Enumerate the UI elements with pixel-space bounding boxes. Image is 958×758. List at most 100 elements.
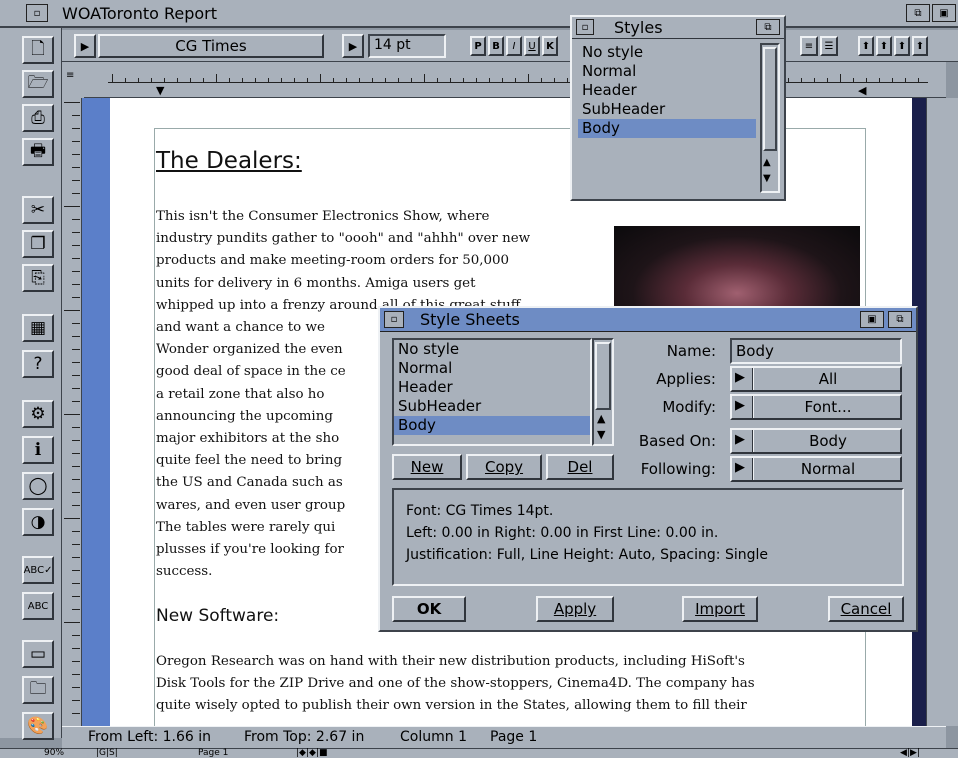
tab-right-icon[interactable]: ⬆ [894, 36, 910, 56]
new-button[interactable]: New [392, 454, 462, 480]
styles-panel[interactable]: ▫ Styles ⧉ No style Normal Header SubHeader… [570, 15, 786, 201]
style-sheet-item[interactable]: No style [394, 340, 590, 359]
print-icon[interactable]: 🖶 [22, 138, 54, 166]
align-justify-icon[interactable]: ☰ [820, 36, 838, 56]
based-on-sep [752, 430, 754, 452]
vertical-scrollbar[interactable] [926, 98, 958, 726]
style-item[interactable]: Body [578, 119, 756, 138]
italic-style-button[interactable]: I [506, 36, 522, 56]
dialog-titlebar[interactable]: ▫ Style Sheets ▣ ⧉ [380, 308, 916, 332]
style-sheet-item[interactable]: Header [394, 378, 590, 397]
styles-scrollbar[interactable]: ▲ ▼ [760, 43, 780, 193]
styles-scroll-up-icon[interactable]: ▲ [763, 157, 771, 168]
help-icon[interactable]: ? [22, 350, 54, 378]
copy-icon[interactable]: ❐ [22, 230, 54, 258]
style-item[interactable]: Normal [578, 62, 756, 81]
style-item[interactable]: Header [578, 81, 756, 100]
tab-decimal-icon[interactable]: ⬆ [912, 36, 928, 56]
zoom-readout[interactable]: 90% [44, 749, 64, 758]
based-on-cycle[interactable]: ▶ Body [730, 428, 902, 454]
vruler-tick [72, 583, 80, 584]
styles-scroll-knob[interactable] [763, 47, 777, 151]
align-left-icon[interactable]: ≡ [800, 36, 818, 56]
based-on-label: Based On: [638, 432, 716, 450]
import-button[interactable]: Import [682, 596, 758, 622]
import-label: Import [695, 600, 745, 618]
paste-icon[interactable]: ⎘ [22, 264, 54, 292]
font-field[interactable]: CG Times [98, 34, 324, 58]
thesaurus-icon[interactable]: ABC [22, 592, 54, 620]
modify-cycle[interactable]: ▶ Font... [730, 394, 902, 420]
document-heading[interactable]: The Dealers: [156, 148, 302, 174]
bold-style-button[interactable]: B [488, 36, 504, 56]
left-indent-marker-icon[interactable]: ▼ [156, 84, 164, 97]
cut-icon[interactable]: ✂ [22, 196, 54, 224]
close-gadget-icon[interactable]: ▫ [26, 4, 48, 22]
underline-style-button[interactable]: U [524, 36, 540, 56]
info-margins-line: Left: 0.00 in Right: 0.00 in First Line:… [406, 525, 719, 541]
paragraph-software[interactable]: Oregon Research was on hand with their n… [156, 651, 864, 718]
scroll-left-right-icon[interactable]: ◀|▶| [900, 749, 920, 758]
horizontal-ruler[interactable]: ▼ ◀ [62, 62, 946, 98]
save-icon[interactable]: ⎙ [22, 104, 54, 132]
del-button[interactable]: Del [546, 454, 614, 480]
depth-gadget-icon[interactable]: ⧉ [906, 4, 930, 22]
dialog-zoom-icon[interactable]: ▣ [860, 311, 884, 328]
folder-icon[interactable]: 🗀 [22, 676, 54, 704]
name-field[interactable]: Body [730, 338, 902, 364]
right-indent-marker-icon[interactable]: ◀ [858, 84, 866, 97]
palette-icon[interactable]: 🎨 [22, 712, 54, 740]
dialog-title: Style Sheets [420, 310, 520, 329]
vruler-tick [72, 154, 80, 155]
view-buttons[interactable]: |G|S| [96, 749, 118, 758]
styles-close-icon[interactable]: ▫ [576, 19, 594, 35]
vertical-ruler[interactable] [62, 98, 82, 726]
plain-style-button[interactable]: P [470, 36, 486, 56]
style-sheets-list[interactable]: No style Normal Header SubHeader Body [392, 338, 592, 446]
style-sheet-item[interactable]: SubHeader [394, 397, 590, 416]
dialog-depth-icon[interactable]: ⧉ [888, 311, 912, 328]
styles-depth-icon[interactable]: ⧉ [756, 19, 780, 35]
style-item[interactable]: SubHeader [578, 100, 756, 119]
style-item[interactable]: No style [578, 43, 756, 62]
following-cycle[interactable]: ▶ Normal [730, 456, 902, 482]
subheading[interactable]: New Software: [156, 606, 279, 626]
main-titlebar[interactable]: ▫ WOAToronto Report ⧉ ▣ [0, 0, 958, 28]
styles-list[interactable]: No style Normal Header SubHeader Body [578, 43, 756, 193]
info-icon[interactable]: ℹ [22, 436, 54, 464]
font-menu-button[interactable]: ▶ [74, 34, 96, 58]
style-sheet-item[interactable]: Body [394, 416, 590, 435]
tab-left-icon[interactable]: ⬆ [858, 36, 874, 56]
sheets-scroll-knob[interactable] [595, 342, 611, 410]
style-sheet-item[interactable]: Normal [394, 359, 590, 378]
styles-scroll-down-icon[interactable]: ▼ [763, 173, 771, 184]
style-sheets-dialog[interactable]: ▫ Style Sheets ▣ ⧉ No style Normal Header S… [378, 306, 918, 632]
sheets-scroll-up-icon[interactable]: ▲ [597, 412, 605, 425]
sheets-scroll-down-icon[interactable]: ▼ [597, 428, 605, 441]
cancel-button[interactable]: Cancel [828, 596, 904, 622]
style-icon[interactable]: ▦ [22, 314, 54, 342]
size-field[interactable]: 14 pt [368, 34, 446, 58]
new-document-icon[interactable]: 🗋 [22, 36, 54, 64]
circle-draw-icon[interactable]: ◯ [22, 472, 54, 500]
zoom-gadget-icon[interactable]: ▣ [932, 4, 956, 22]
applies-cycle[interactable]: ▶ All [730, 366, 902, 392]
shapes-icon[interactable]: ◑ [22, 508, 54, 536]
tab-center-icon[interactable]: ⬆ [876, 36, 892, 56]
page-nav-arrows-icon[interactable]: |◆|◆|■ [296, 749, 327, 758]
ok-button[interactable]: OK [392, 596, 466, 622]
settings-icon[interactable]: ⚙ [22, 400, 54, 428]
ruler-tick [151, 78, 152, 82]
apply-button[interactable]: Apply [536, 596, 614, 622]
size-menu-button[interactable]: ▶ [342, 34, 364, 58]
sheets-scrollbar[interactable]: ▲ ▼ [592, 338, 614, 446]
frame-icon[interactable]: ▭ [22, 640, 54, 668]
dialog-close-icon[interactable]: ▫ [384, 311, 404, 328]
copy-button[interactable]: Copy [466, 454, 542, 480]
spellcheck-icon[interactable]: ABC✓ [22, 556, 54, 584]
vruler-tick [72, 479, 80, 480]
ruler-tick [905, 78, 906, 82]
open-folder-icon[interactable]: 🗁 [22, 70, 54, 98]
k-style-button[interactable]: K [542, 36, 558, 56]
styles-titlebar[interactable]: ▫ Styles ⧉ [572, 17, 784, 39]
